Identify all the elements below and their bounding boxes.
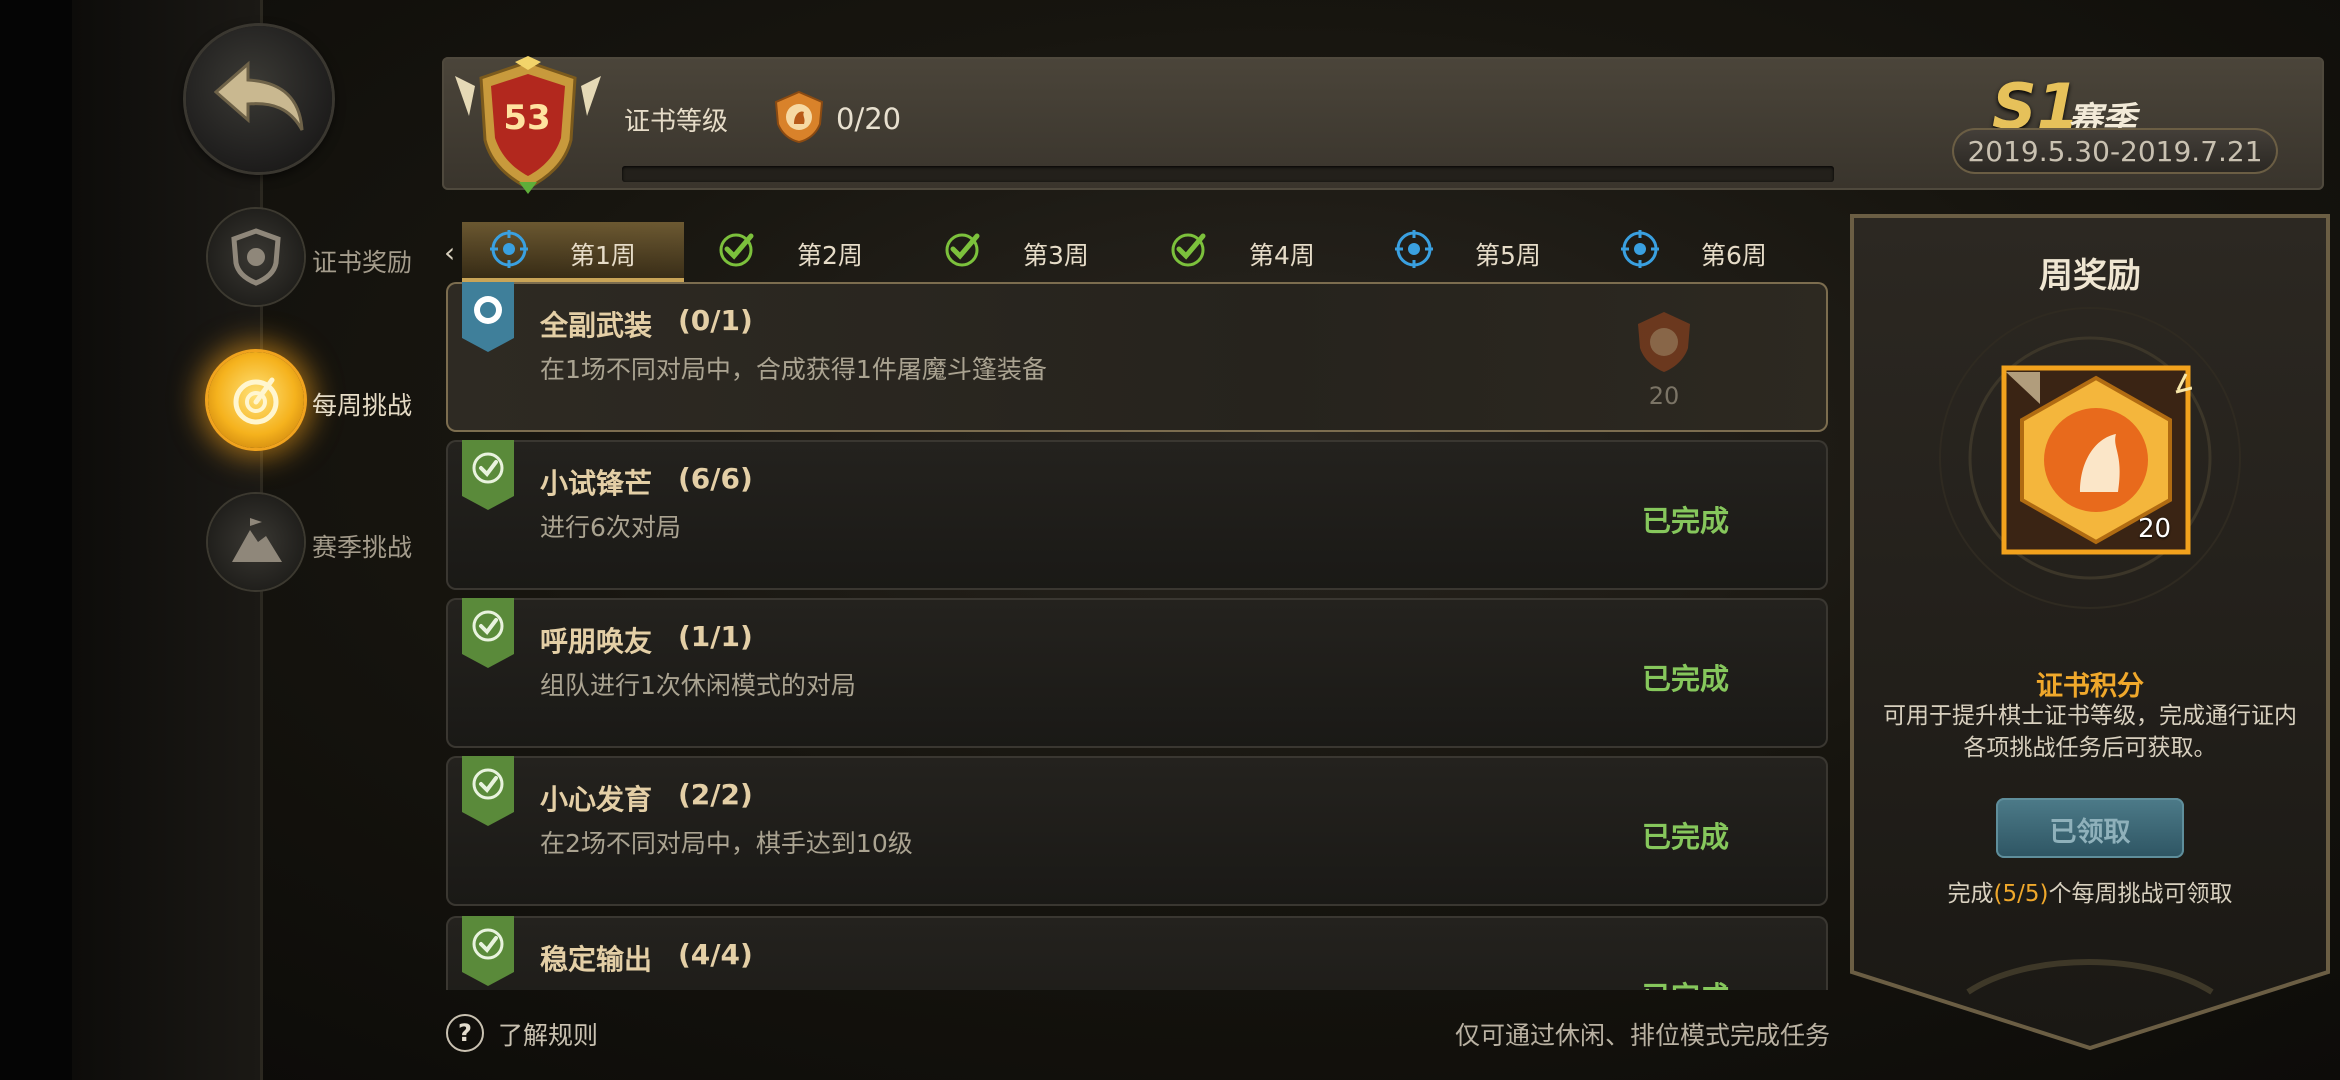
help-icon[interactable]: ? bbox=[446, 1014, 484, 1052]
week-label: 第1周 bbox=[570, 241, 636, 270]
back-arrow-icon bbox=[214, 60, 304, 131]
claimed-button-label: 已领取 bbox=[2049, 817, 2131, 848]
complete-ribbon-icon bbox=[462, 598, 514, 668]
weekly-reward-panel bbox=[1850, 214, 2330, 1051]
tab-week-5[interactable]: 第5周 bbox=[1367, 222, 1589, 278]
task-progress: (1/1) bbox=[678, 620, 753, 653]
season-dates: 2019.5.30-2019.7.21 bbox=[1967, 135, 2263, 168]
tab-week-3[interactable]: 第3周 bbox=[915, 222, 1137, 278]
rules-link[interactable]: 了解规则 bbox=[498, 1016, 598, 1052]
task-title: 全副武装 bbox=[540, 309, 653, 342]
nav-season-challenge[interactable]: 赛季挑战 bbox=[208, 494, 428, 594]
nav-cert-reward[interactable]: 证书奖励 bbox=[208, 209, 428, 309]
week-label: 第2周 bbox=[797, 241, 863, 270]
footer-note: 仅可通过休闲、排位模式完成任务 bbox=[1454, 1021, 1830, 1050]
task-title: 呼朋唤友 bbox=[540, 625, 653, 658]
task-card[interactable]: 小试锋芒 (6/6) 进行6次对局 已完成 bbox=[446, 440, 1828, 590]
tab-week-2[interactable]: 第2周 bbox=[689, 222, 911, 278]
week-label: 第3周 bbox=[1023, 241, 1089, 270]
week-label: 第4周 bbox=[1249, 241, 1315, 270]
screen-edge bbox=[0, 0, 72, 1080]
tab-week-4[interactable]: 第4周 bbox=[1141, 222, 1363, 278]
task-description: 组队进行1次休闲模式的对局 bbox=[540, 671, 856, 700]
cert-points-icon bbox=[1638, 312, 1690, 372]
task-card[interactable]: 稳定输出 (4/4) 已完成 bbox=[446, 916, 1828, 990]
complete-ribbon-icon bbox=[462, 440, 514, 510]
complete-ribbon-icon bbox=[462, 756, 514, 826]
task-progress: (6/6) bbox=[678, 462, 753, 495]
points-value: 0/20 bbox=[836, 102, 902, 136]
claim-condition-pre: 完成 bbox=[1947, 881, 1994, 907]
complete-ribbon-icon bbox=[462, 916, 514, 986]
check-icon bbox=[945, 233, 980, 267]
target-hand-icon bbox=[208, 352, 304, 448]
task-status: 已完成 bbox=[1642, 504, 1730, 538]
task-title: 小心发育 bbox=[540, 783, 653, 816]
task-description: 在1场不同对局中，合成获得1件屠魔斗篷装备 bbox=[540, 355, 1047, 384]
reward-amount: 20 bbox=[2138, 514, 2172, 544]
target-icon bbox=[490, 230, 528, 268]
task-progress: (4/4) bbox=[678, 938, 753, 971]
task-card[interactable]: 全副武装 (0/1) 在1场不同对局中，合成获得1件屠魔斗篷装备 20 bbox=[446, 282, 1828, 432]
task-status: 已完成 bbox=[1642, 974, 1729, 990]
week-tabs: 第1周 第2周 第3周 第4周 第5周 第6周 bbox=[442, 222, 1832, 282]
nav-weekly-challenge[interactable]: 每周挑战 bbox=[208, 352, 428, 452]
task-progress: (2/2) bbox=[678, 778, 753, 811]
nav-label: 赛季挑战 bbox=[312, 533, 413, 562]
points-title: 证书积分 bbox=[2036, 671, 2144, 702]
mountain-flag-icon bbox=[208, 494, 304, 590]
level-number: 53 bbox=[503, 98, 551, 138]
task-card[interactable]: 呼朋唤友 (1/1) 组队进行1次休闲模式的对局 已完成 bbox=[446, 598, 1828, 748]
task-status: 已完成 bbox=[1642, 820, 1730, 854]
pending-ribbon-icon bbox=[462, 282, 514, 352]
cert-points-icon bbox=[774, 90, 824, 144]
claim-condition-count: (5/5) bbox=[1993, 881, 2049, 907]
task-list[interactable]: 全副武装 (0/1) 在1场不同对局中，合成获得1件屠魔斗篷装备 20 小试锋芒… bbox=[446, 282, 1830, 990]
nav-label: 证书奖励 bbox=[312, 248, 413, 277]
week-label: 第6周 bbox=[1701, 241, 1767, 270]
cert-level-label: 证书等级 bbox=[624, 107, 729, 137]
check-icon bbox=[719, 233, 754, 267]
task-description: 在2场不同对局中，棋手达到10级 bbox=[540, 829, 913, 858]
shield-icon bbox=[208, 209, 304, 305]
claim-condition-post: 个每周挑战可领取 bbox=[2048, 881, 2233, 907]
task-title: 稳定输出 bbox=[540, 943, 653, 976]
target-icon bbox=[1395, 230, 1433, 268]
task-description: 进行6次对局 bbox=[540, 513, 681, 542]
task-progress: (0/1) bbox=[678, 304, 753, 337]
back-button[interactable] bbox=[186, 26, 332, 172]
claim-condition: 完成(5/5)个每周挑战可领取 bbox=[1848, 874, 2332, 908]
task-card[interactable]: 小心发育 (2/2) 在2场不同对局中，棋手达到10级 已完成 bbox=[446, 756, 1828, 906]
nav-label: 每周挑战 bbox=[312, 391, 413, 420]
target-icon bbox=[1621, 230, 1659, 268]
tab-week-1[interactable]: 第1周 bbox=[462, 222, 684, 282]
weekly-reward-title: 周奖励 bbox=[2039, 256, 2141, 296]
task-title: 小试锋芒 bbox=[540, 467, 653, 500]
tab-week-6[interactable]: 第6周 bbox=[1593, 222, 1815, 278]
level-progress-bar bbox=[622, 166, 1834, 182]
task-status: 已完成 bbox=[1642, 662, 1730, 696]
points-description: 可用于提升棋士证书等级，完成通行证内各项挑战任务后可获取。 bbox=[1883, 703, 2297, 761]
task-reward-amount: 20 bbox=[1648, 382, 1680, 410]
week-label: 第5周 bbox=[1475, 241, 1541, 270]
check-icon bbox=[1171, 233, 1206, 267]
